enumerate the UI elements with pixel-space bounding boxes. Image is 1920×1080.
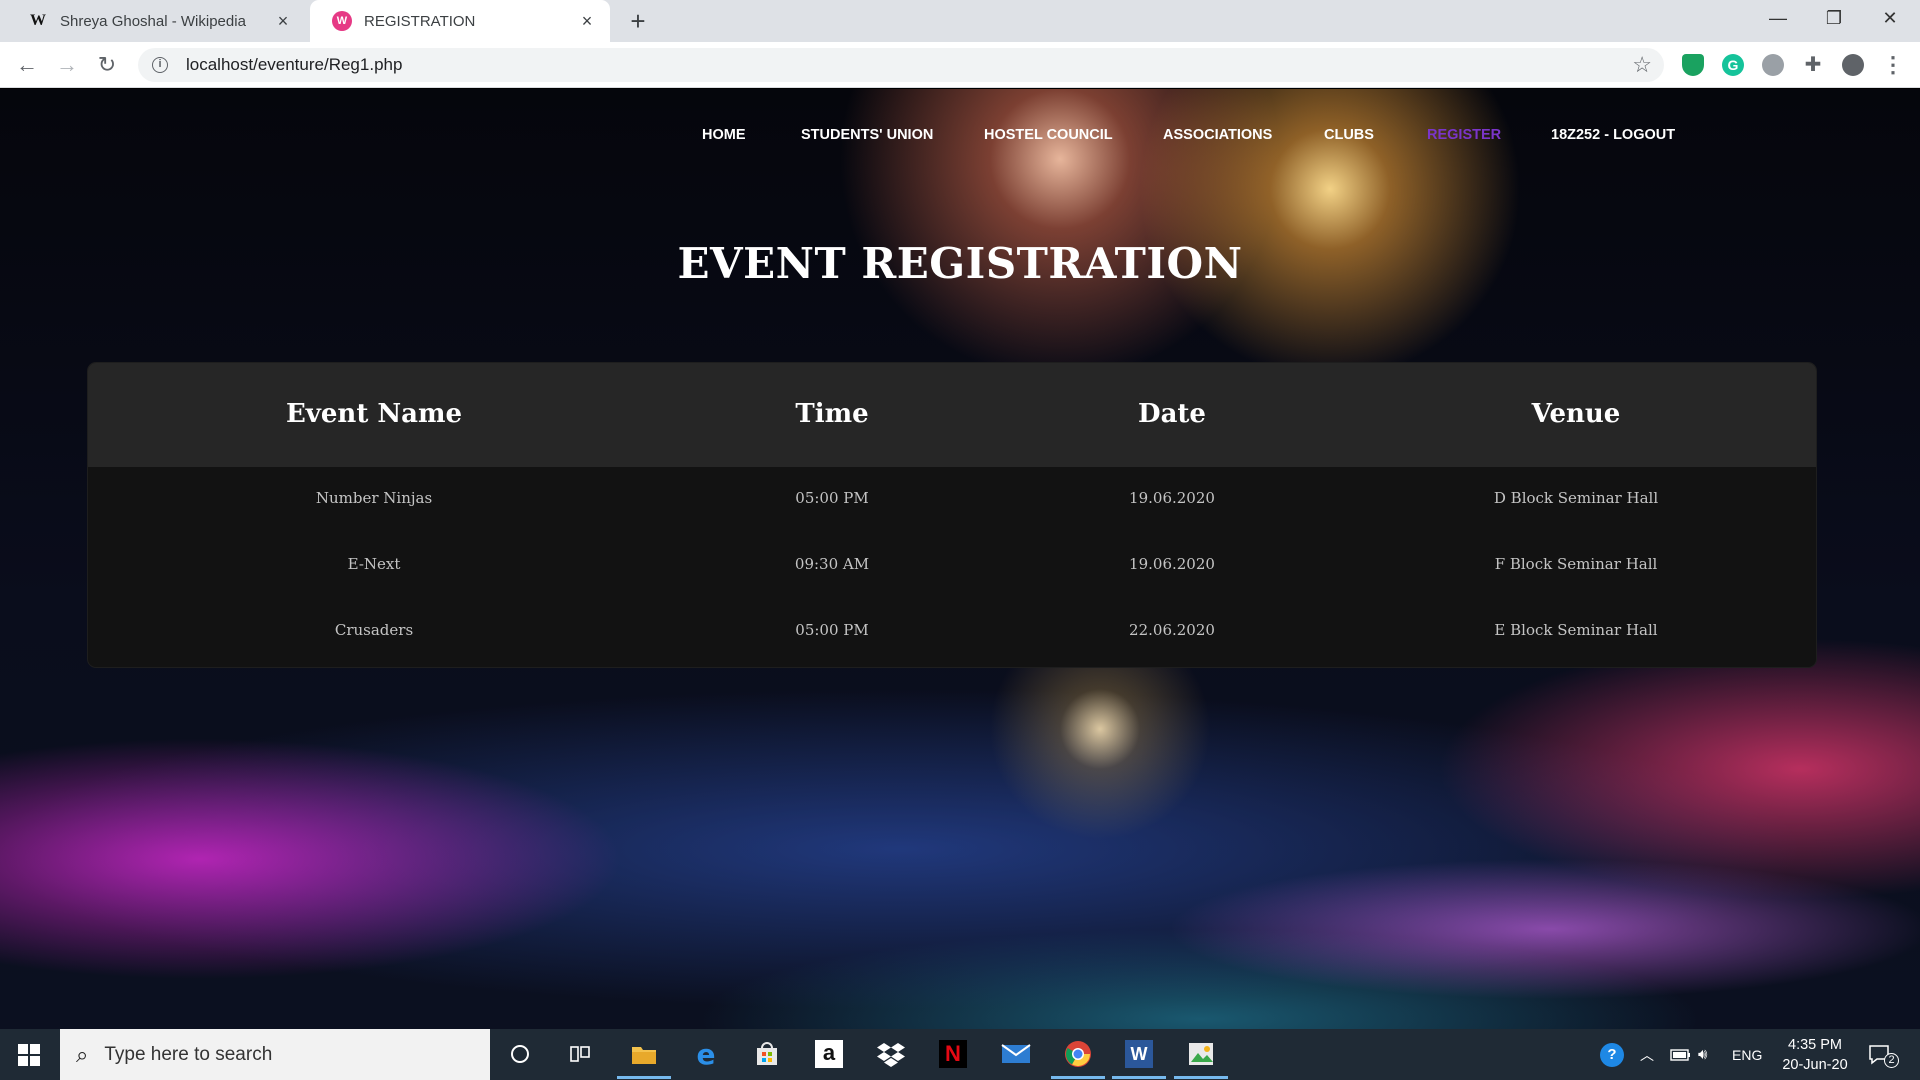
windows-logo-icon — [18, 1043, 40, 1066]
battery-icon[interactable] — [1670, 1029, 1692, 1080]
start-button[interactable] — [0, 1029, 58, 1080]
cell-venue: F Block Seminar Hall — [1494, 555, 1658, 573]
browser-toolbar: ← → ↻ i localhost/eventure/Reg1.php ☆ G … — [0, 42, 1920, 88]
language-indicator[interactable]: ENG — [1732, 1029, 1762, 1080]
volume-icon[interactable]: 🔊︎ — [1698, 1029, 1707, 1080]
profile-icon[interactable] — [1842, 54, 1864, 76]
chevron-up-icon[interactable]: ︿ — [1640, 1029, 1654, 1080]
header-venue: Venue — [1531, 399, 1621, 429]
close-tab-icon[interactable]: × — [578, 12, 596, 30]
menu-icon[interactable]: ⋮ — [1882, 54, 1904, 76]
search-icon: ⌕ — [76, 1041, 89, 1067]
main-nav: HOME STUDENTS' UNION HOSTEL COUNCIL ASSO… — [0, 127, 1920, 151]
shield-extension-icon[interactable] — [1682, 54, 1704, 76]
wikipedia-icon: W — [30, 12, 46, 29]
cell-time: 05:00 PM — [795, 489, 869, 507]
nav-register[interactable]: REGISTER — [1427, 127, 1501, 143]
nav-clubs[interactable]: CLUBS — [1324, 127, 1374, 143]
reload-button[interactable]: ↻ — [92, 50, 122, 80]
table-row[interactable]: Crusaders 05:00 PM 22.06.2020 E Block Se… — [88, 599, 1816, 665]
edge-icon[interactable]: e — [689, 1037, 723, 1071]
page-title: EVENT REGISTRATION — [677, 239, 1243, 288]
search-placeholder[interactable]: Type here to search — [104, 1044, 272, 1066]
url-text[interactable]: localhost/eventure/Reg1.php — [186, 55, 1632, 75]
task-view-icon[interactable] — [563, 1037, 597, 1071]
tab-wikipedia[interactable]: W Shreya Ghoshal - Wikipedia × — [6, 0, 306, 42]
tab-title: REGISTRATION — [364, 12, 476, 30]
windows-taskbar: ⌕ Type here to search e a N W ? ︿ 🔊︎ ENG… — [0, 1029, 1920, 1080]
circle-extension-icon[interactable] — [1762, 54, 1784, 76]
cell-date: 19.06.2020 — [1129, 489, 1215, 507]
clock-date: 20-Jun-20 — [1782, 1057, 1848, 1073]
photos-icon[interactable] — [1174, 1037, 1228, 1079]
store-icon[interactable] — [750, 1037, 784, 1071]
tab-strip: W Shreya Ghoshal - Wikipedia × W REGISTR… — [0, 0, 1920, 42]
nav-logout[interactable]: 18Z252 - LOGOUT — [1551, 127, 1675, 143]
window-close-button[interactable]: ✕ — [1862, 0, 1918, 38]
cell-event-name: Number Ninjas — [315, 489, 433, 507]
grammarly-icon[interactable]: G — [1722, 54, 1744, 76]
clock-time: 4:35 PM — [1788, 1037, 1842, 1053]
header-date: Date — [1138, 399, 1206, 429]
word-icon[interactable]: W — [1112, 1037, 1166, 1079]
table-row[interactable]: E-Next 09:30 AM 19.06.2020 F Block Semin… — [88, 533, 1816, 599]
puzzle-icon[interactable]: ✚ — [1802, 54, 1824, 76]
mail-icon[interactable] — [999, 1037, 1033, 1071]
forward-button[interactable]: → — [52, 50, 82, 80]
site-info-icon[interactable]: i — [152, 57, 168, 73]
new-tab-button[interactable]: + — [623, 6, 653, 36]
restore-button[interactable]: ❐ — [1806, 0, 1862, 38]
tab-registration[interactable]: W REGISTRATION × — [310, 0, 610, 42]
file-explorer-icon[interactable] — [617, 1037, 671, 1079]
taskbar-search[interactable]: ⌕ Type here to search — [60, 1029, 490, 1080]
nav-students-union[interactable]: STUDENTS' UNION — [801, 127, 933, 143]
cell-time: 09:30 AM — [794, 555, 870, 573]
cell-venue: E Block Seminar Hall — [1494, 621, 1658, 639]
amazon-icon[interactable]: a — [812, 1037, 846, 1071]
notification-count: 2 — [1884, 1053, 1899, 1068]
dropbox-icon[interactable] — [874, 1037, 908, 1071]
cell-time: 05:00 PM — [795, 621, 869, 639]
bookmark-star-icon[interactable]: ☆ — [1632, 52, 1652, 78]
nav-hostel-council[interactable]: HOSTEL COUNCIL — [984, 127, 1113, 143]
help-icon[interactable]: ? — [1600, 1029, 1624, 1080]
minimize-button[interactable]: — — [1750, 0, 1806, 38]
close-tab-icon[interactable]: × — [274, 12, 292, 30]
table-row[interactable]: Number Ninjas 05:00 PM 19.06.2020 D Bloc… — [88, 467, 1816, 533]
table-header: Event Name Time Date Venue — [88, 363, 1816, 467]
nav-home[interactable]: HOME — [702, 127, 746, 143]
tab-title: Shreya Ghoshal - Wikipedia — [60, 12, 246, 30]
page-background: HOME STUDENTS' UNION HOSTEL COUNCIL ASSO… — [0, 89, 1920, 1029]
netflix-icon[interactable]: N — [936, 1037, 970, 1071]
back-button[interactable]: ← — [12, 50, 42, 80]
chrome-icon[interactable] — [1051, 1037, 1105, 1079]
cell-date: 19.06.2020 — [1129, 555, 1215, 573]
cell-event-name: E-Next — [347, 555, 401, 573]
clock[interactable]: 4:35 PM 20-Jun-20 — [1772, 1035, 1858, 1075]
events-table: Event Name Time Date Venue Number Ninjas… — [88, 363, 1816, 667]
header-event-name: Event Name — [285, 399, 463, 429]
cortana-icon[interactable] — [503, 1037, 537, 1071]
site-favicon-icon: W — [332, 11, 352, 31]
notifications-icon[interactable]: 2 — [1868, 1029, 1899, 1080]
nav-associations[interactable]: ASSOCIATIONS — [1163, 127, 1272, 143]
header-time: Time — [795, 399, 869, 429]
address-bar[interactable]: i localhost/eventure/Reg1.php ☆ — [138, 48, 1664, 82]
cell-venue: D Block Seminar Hall — [1493, 489, 1659, 507]
cell-date: 22.06.2020 — [1129, 621, 1215, 639]
cell-event-name: Crusaders — [334, 621, 414, 639]
